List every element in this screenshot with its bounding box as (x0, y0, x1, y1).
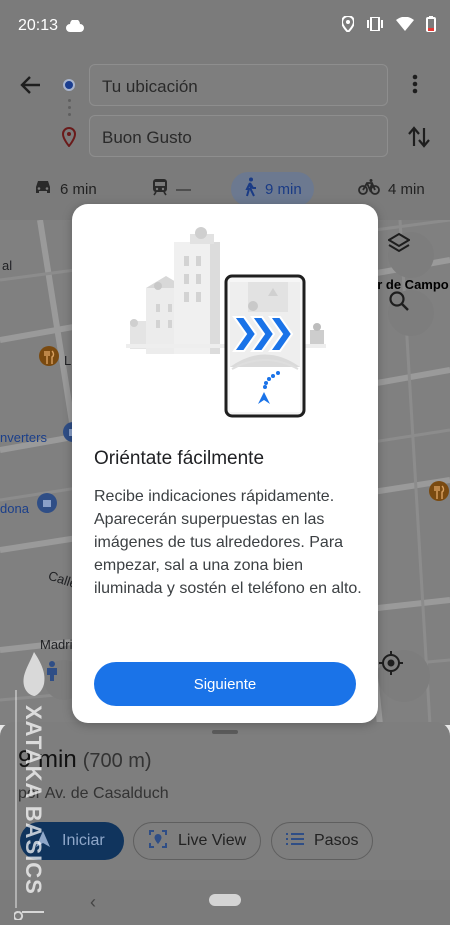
cloud-icon (66, 19, 84, 37)
system-nav-bar: ‹ (0, 880, 450, 925)
mode-car[interactable]: 6 min (34, 172, 97, 206)
map-label: L (64, 353, 72, 368)
live-view-illustration (126, 227, 326, 418)
nav-back-icon[interactable]: ‹ (90, 892, 96, 913)
my-location-button[interactable] (378, 650, 430, 702)
home-pill[interactable] (209, 894, 241, 906)
start-button-label: Iniciar (62, 832, 105, 849)
live-view-icon (148, 829, 168, 854)
origin-dot-icon (63, 79, 75, 91)
steps-button[interactable]: Pasos (271, 822, 374, 860)
bike-icon (358, 179, 380, 199)
map-label: dona (0, 501, 29, 516)
route-dots (68, 99, 71, 120)
list-icon (286, 832, 304, 851)
mode-transit-label: — (176, 180, 191, 198)
more-options-icon[interactable] (412, 74, 418, 99)
dialog-body: Recibe indicaciones rápidamente. Aparece… (94, 488, 362, 597)
route-sheet: 9 min (700 m) por Av. de Casalduch Inicia… (0, 722, 450, 880)
mode-bike[interactable]: 4 min (358, 172, 425, 206)
destination-pin-icon (61, 126, 77, 152)
directions-header: Tu ubicación Buon Gusto 6 min — 9 min 4 … (0, 52, 450, 220)
search-map-button[interactable] (388, 290, 434, 336)
wifi-icon (396, 16, 414, 36)
live-view-button[interactable]: Live View (133, 822, 262, 860)
map-label: nverters (0, 430, 47, 445)
mode-walk[interactable]: 9 min (231, 172, 314, 206)
mode-car-label: 6 min (60, 180, 97, 198)
route-distance: (700 m) (82, 750, 152, 772)
car-icon (34, 179, 52, 199)
swap-icon[interactable] (406, 124, 432, 155)
mode-bike-label: 4 min (388, 180, 425, 198)
transit-icon (152, 178, 168, 200)
status-time: 20:13 (18, 17, 59, 34)
mode-walk-label: 9 min (265, 180, 302, 198)
vibrate-icon (366, 16, 384, 36)
layers-button[interactable] (388, 232, 434, 278)
mode-transit[interactable]: — (152, 172, 191, 206)
battery-icon (426, 16, 436, 37)
live-view-label: Live View (178, 832, 247, 849)
watermark-text: XATAKA BASICS (21, 705, 46, 895)
location-icon (340, 14, 356, 37)
status-bar: 20:13 (0, 0, 450, 52)
live-view-intro-dialog: Oriéntate fácilmente Recibe indicaciones… (72, 204, 378, 723)
next-button[interactable]: Siguiente (94, 662, 356, 706)
destination-field[interactable]: Buon Gusto (89, 115, 388, 157)
drag-handle[interactable] (212, 730, 238, 734)
walk-icon (243, 177, 257, 201)
dialog-title: Oriéntate fácilmente (94, 448, 265, 469)
origin-field[interactable]: Tu ubicación (89, 64, 388, 106)
map-label: al (2, 258, 13, 273)
steps-label: Pasos (314, 832, 359, 849)
back-arrow-icon[interactable] (18, 72, 46, 100)
